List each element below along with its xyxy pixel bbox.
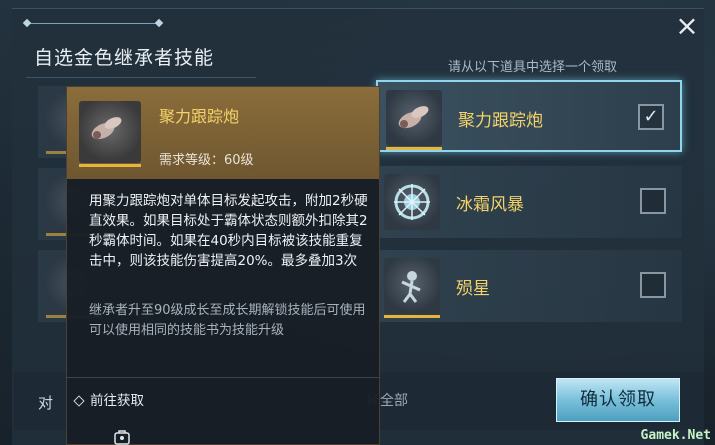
skill-name: 聚力跟踪炮 bbox=[458, 111, 543, 131]
tooltip-description: 用聚力跟踪炮对单体目标发起攻击，附加2秒硬直效果。如果目标处于霸体状态则额外扣除… bbox=[89, 193, 368, 269]
tooltip-note: 继承者升至90级成长至成长期解锁技能后可使用 可以使用相同的技能书为技能升级 bbox=[89, 303, 366, 338]
skill-name: 殒星 bbox=[456, 279, 490, 299]
skill-option-row[interactable]: 冰霜风暴 bbox=[376, 166, 682, 238]
skill-option-row[interactable]: 殒星 bbox=[376, 250, 682, 322]
skill-checkbox-checked[interactable]: ✓ bbox=[638, 104, 664, 130]
skill-option-row[interactable]: 聚力跟踪炮 ✓ bbox=[376, 80, 682, 152]
goto-obtain-link[interactable]: 前往获取 bbox=[73, 389, 144, 409]
title-divider bbox=[26, 77, 256, 78]
skill-name: 冰霜风暴 bbox=[456, 195, 524, 215]
tooltip-header: 聚力跟踪炮 需求等级：60级 bbox=[67, 87, 379, 179]
goto-obtain-label: 前往获取 bbox=[90, 393, 144, 409]
bottom-left-label: 对 bbox=[38, 394, 54, 412]
meteor-icon bbox=[384, 258, 440, 318]
close-icon[interactable]: × bbox=[673, 12, 701, 40]
title-decoration bbox=[22, 18, 164, 29]
bag-icon[interactable] bbox=[113, 429, 131, 445]
watermark: Gamek.Net bbox=[640, 428, 711, 443]
confirm-claim-button[interactable]: 确认领取 bbox=[556, 378, 680, 422]
select-hint: 请从以下道具中选择一个领取 bbox=[448, 60, 618, 75]
tooltip-divider bbox=[67, 377, 379, 378]
cannon-icon bbox=[386, 90, 442, 150]
tooltip-skill-name: 聚力跟踪炮 bbox=[159, 107, 240, 126]
cannon-icon bbox=[79, 101, 141, 167]
tooltip-level-requirement: 需求等级：60级 bbox=[159, 153, 254, 168]
diamond-icon bbox=[73, 395, 85, 407]
frost-storm-icon bbox=[384, 174, 440, 230]
skill-tooltip: 聚力跟踪炮 需求等级：60级 用聚力跟踪炮对单体目标发起攻击，附加2秒硬直效果。… bbox=[66, 86, 380, 445]
skill-checkbox[interactable] bbox=[640, 188, 666, 214]
dialog-title: 自选金色继承者技能 bbox=[34, 47, 215, 69]
skill-checkbox[interactable] bbox=[640, 272, 666, 298]
